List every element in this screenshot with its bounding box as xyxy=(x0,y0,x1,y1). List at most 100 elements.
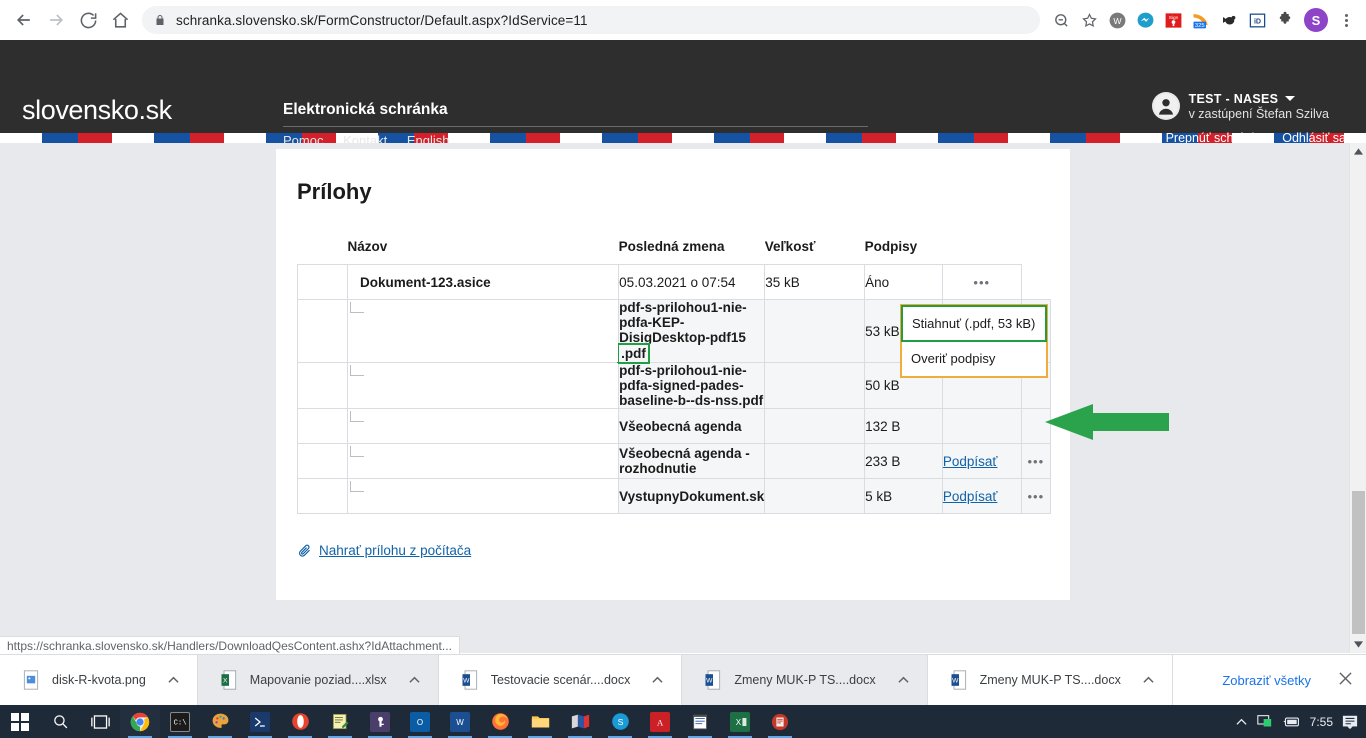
zoom-out-icon[interactable] xyxy=(1048,7,1074,33)
puzzle-extensions-icon[interactable] xyxy=(1272,7,1298,33)
network-icon[interactable] xyxy=(1256,714,1273,729)
chevron-up-icon[interactable] xyxy=(409,673,420,687)
word-file-icon: W xyxy=(461,670,479,690)
cell-size: 5 kB xyxy=(864,478,943,514)
bug-extension-icon[interactable] xyxy=(1216,7,1242,33)
cell-signature[interactable]: Podpísať xyxy=(941,478,1022,514)
show-all-downloads-button[interactable]: Zobraziť všetky xyxy=(1206,665,1327,696)
opera-taskbar-icon[interactable] xyxy=(280,705,320,738)
svg-text:325: 325 xyxy=(1195,23,1205,29)
cell-last-change xyxy=(764,443,866,479)
scroll-down-arrow-icon[interactable] xyxy=(1350,636,1366,653)
taskbar-clock[interactable]: 7:55 xyxy=(1310,715,1333,729)
cell-file-name[interactable]: VystupnyDokument.sk xyxy=(618,478,766,514)
upload-attachment-link[interactable]: Nahrať prílohu z počítača xyxy=(319,543,471,558)
chevron-up-icon[interactable] xyxy=(1143,673,1154,687)
rss-325-extension-icon[interactable]: 325 xyxy=(1188,7,1214,33)
chevron-down-icon[interactable] xyxy=(1285,96,1296,101)
cell-file-name[interactable]: Všeobecná agenda - rozhodnutie xyxy=(618,443,766,479)
notepadpp-taskbar-icon[interactable] xyxy=(320,705,360,738)
maps-taskbar-icon[interactable] xyxy=(560,705,600,738)
row-menu-button[interactable]: ••• xyxy=(1020,478,1052,514)
red-app-taskbar-icon[interactable] xyxy=(760,705,800,738)
table-row[interactable]: Dokument-123.asice 05.03.2021 o 07:54 35… xyxy=(296,264,1051,300)
download-item[interactable]: disk-R-kvota.png xyxy=(0,654,198,706)
scroll-up-arrow-icon[interactable] xyxy=(1350,143,1366,160)
cell-last-change xyxy=(764,408,866,444)
chevron-up-icon[interactable] xyxy=(1236,718,1247,726)
sign-link[interactable]: Podpísať xyxy=(943,489,998,504)
cell-file-name[interactable]: Dokument-123.asice xyxy=(347,264,620,300)
download-item[interactable]: W Testovacie scenár....docx xyxy=(439,654,683,706)
cell-signature[interactable]: Podpísať xyxy=(941,443,1022,479)
svg-text:W: W xyxy=(463,678,470,685)
user-name[interactable]: TEST - NASES xyxy=(1189,92,1329,106)
signature-extension-icon[interactable]: Sign xyxy=(1160,7,1186,33)
chevron-up-icon[interactable] xyxy=(168,673,179,687)
download-item[interactable]: X Mapovanie poziad....xlsx xyxy=(197,654,439,706)
command-prompt-taskbar-icon[interactable]: C:\ xyxy=(160,705,200,738)
cell-file-name[interactable]: pdf-s-prilohou1-nie-pdfa-signed-pades-ba… xyxy=(618,362,766,409)
download-item[interactable]: W Zmeny MUK-P TS....docx xyxy=(928,654,1173,706)
row-context-menu: Stiahnuť (.pdf, 53 kB) Overiť podpisy xyxy=(900,304,1048,378)
context-menu-item-verify-signatures[interactable]: Overiť podpisy xyxy=(902,341,1046,376)
row-menu-button[interactable]: ••• xyxy=(941,264,1022,300)
search-icon[interactable] xyxy=(40,705,80,738)
sign-link[interactable]: Podpísať xyxy=(943,454,998,469)
page-section-title: Elektronická schránka xyxy=(283,101,868,127)
star-icon[interactable] xyxy=(1076,7,1102,33)
download-item[interactable]: W Zmeny MUK-P TS....docx xyxy=(682,654,928,706)
chevron-up-icon[interactable] xyxy=(652,673,663,687)
messenger-extension-icon[interactable] xyxy=(1132,7,1158,33)
wordpress-extension-icon[interactable]: W xyxy=(1104,7,1130,33)
context-menu-item-download[interactable]: Stiahnuť (.pdf, 53 kB) xyxy=(901,305,1047,342)
acrobat-reader-taskbar-icon[interactable]: A xyxy=(640,705,680,738)
column-header-size: Veľkosť xyxy=(764,239,816,254)
battery-icon[interactable] xyxy=(1282,715,1301,728)
table-row[interactable]: Všeobecná agenda - rozhodnutie 233 B Pod… xyxy=(296,443,1052,479)
paperclip-icon xyxy=(297,543,312,558)
table-row[interactable]: VystupnyDokument.sk 5 kB Podpísať ••• xyxy=(296,478,1052,514)
downloads-shelf: disk-R-kvota.png X Mapovanie poziad....x… xyxy=(0,654,1366,706)
profile-avatar[interactable]: S xyxy=(1304,8,1328,32)
site-logo[interactable]: slovensko.sk xyxy=(22,95,172,126)
system-tray: 7:55 xyxy=(1236,714,1366,730)
file-explorer-taskbar-icon[interactable] xyxy=(520,705,560,738)
scrollbar-thumb[interactable] xyxy=(1352,491,1365,634)
windows-start-icon[interactable] xyxy=(0,705,40,738)
excel-file-icon: X xyxy=(220,670,238,690)
chrome-taskbar-icon[interactable] xyxy=(120,705,160,738)
firefox-taskbar-icon[interactable] xyxy=(480,705,520,738)
excel-taskbar-icon[interactable]: X xyxy=(720,705,760,738)
task-view-icon[interactable] xyxy=(80,705,120,738)
address-bar-url: schranka.slovensko.sk/FormConstructor/De… xyxy=(176,12,588,28)
cell-file-name[interactable]: Všeobecná agenda xyxy=(618,408,766,444)
page-scrollbar[interactable] xyxy=(1349,143,1366,653)
home-icon[interactable] xyxy=(104,4,136,36)
close-icon[interactable] xyxy=(1339,671,1352,689)
notifications-icon[interactable] xyxy=(1342,714,1358,730)
skype-taskbar-icon[interactable]: S xyxy=(600,705,640,738)
row-menu-button[interactable]: ••• xyxy=(1020,443,1052,479)
svg-text:X: X xyxy=(223,678,228,685)
svg-text:iD: iD xyxy=(1253,17,1260,25)
notes-taskbar-icon[interactable] xyxy=(680,705,720,738)
id-extension-icon[interactable]: iD xyxy=(1244,7,1270,33)
cell-file-name[interactable]: pdf-s-prilohou1-nie-pdfa-KEP-DisigDeskto… xyxy=(617,299,766,364)
powershell-taskbar-icon[interactable] xyxy=(240,705,280,738)
address-bar[interactable]: schranka.slovensko.sk/FormConstructor/De… xyxy=(142,6,1040,34)
chevron-up-icon[interactable] xyxy=(897,673,909,687)
forward-arrow-icon[interactable] xyxy=(40,4,72,36)
column-header-date: Posledná zmena xyxy=(618,239,725,254)
cell-last-change: 05.03.2021 o 07:54 xyxy=(618,264,766,300)
back-arrow-icon[interactable] xyxy=(8,4,40,36)
table-row[interactable]: Všeobecná agenda 132 B xyxy=(296,408,1052,444)
word-taskbar-icon[interactable]: W xyxy=(440,705,480,738)
paint-taskbar-icon[interactable] xyxy=(200,705,240,738)
reload-icon[interactable] xyxy=(72,4,104,36)
outlook-taskbar-icon[interactable]: O xyxy=(400,705,440,738)
browser-menu-icon[interactable] xyxy=(1334,7,1358,33)
cell-signature xyxy=(941,408,1022,444)
keepass-taskbar-icon[interactable] xyxy=(360,705,400,738)
svg-text:A: A xyxy=(657,717,664,727)
